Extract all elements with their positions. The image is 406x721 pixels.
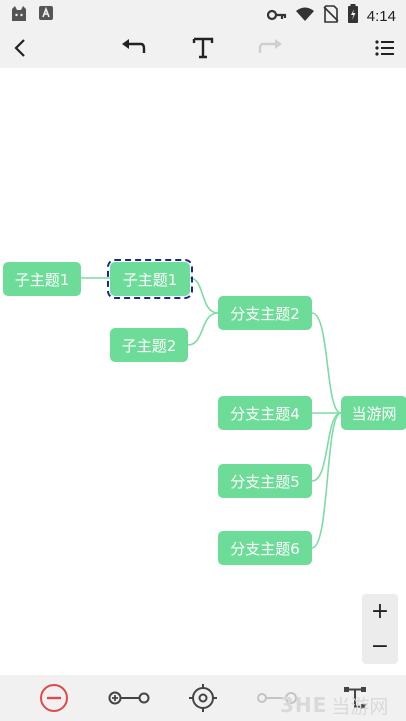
connect-icon xyxy=(108,691,150,705)
remove-node-icon xyxy=(40,684,68,712)
text-icon xyxy=(192,37,214,59)
connect-button[interactable] xyxy=(108,683,150,713)
watermark: 3HE 当游网 xyxy=(280,690,388,720)
cat-app-icon xyxy=(10,5,28,27)
node-subtopic-1-selected[interactable]: 子主题1 xyxy=(107,259,193,299)
status-bar: 4:14 xyxy=(0,0,406,28)
back-icon xyxy=(14,39,25,57)
mindmap-canvas[interactable]: 当游网 分支主题2 分支主题4 分支主题5 分支主题6 子主题1 子主题2 子主… xyxy=(0,68,406,675)
mindmap-links xyxy=(81,277,342,549)
watermark-logo: 3HE xyxy=(280,693,328,717)
outline-list-button[interactable] xyxy=(371,34,399,62)
link-branch2-sub1 xyxy=(189,277,219,314)
wifi-icon xyxy=(295,6,315,26)
battery-icon xyxy=(347,4,359,28)
node-subtopic-2[interactable]: 子主题2 xyxy=(110,328,188,362)
no-sim-icon xyxy=(323,5,339,27)
link-branch2-sub2 xyxy=(187,312,219,346)
zoom-controls: + − xyxy=(362,594,398,664)
top-toolbar xyxy=(0,28,406,68)
center-icon xyxy=(189,684,217,712)
watermark-text: 当游网 xyxy=(331,695,389,718)
link-root-branch6 xyxy=(311,412,342,549)
node-branch-4[interactable]: 分支主题4 xyxy=(218,396,312,430)
undo-icon xyxy=(122,39,146,53)
node-branch-2[interactable]: 分支主题2 xyxy=(218,296,312,330)
redo-button[interactable] xyxy=(257,34,285,62)
node-sub-subtopic-1[interactable]: 子主题1 xyxy=(3,262,81,296)
link-root-branch2 xyxy=(311,312,342,414)
text-button[interactable] xyxy=(189,34,217,62)
remove-node-button[interactable] xyxy=(37,683,71,713)
status-time: 4:14 xyxy=(366,7,396,25)
node-branch-6[interactable]: 分支主题6 xyxy=(218,531,312,565)
undo-button[interactable] xyxy=(119,34,147,62)
node-branch-5[interactable]: 分支主题5 xyxy=(218,464,312,498)
center-button[interactable] xyxy=(186,683,220,713)
redo-icon xyxy=(258,39,282,53)
link-root-branch5 xyxy=(311,412,342,482)
zoom-in-button[interactable]: + xyxy=(362,594,398,629)
vpn-key-icon xyxy=(266,7,287,26)
node-root[interactable]: 当游网 xyxy=(341,396,406,430)
text-app-icon xyxy=(38,5,54,27)
back-button[interactable] xyxy=(6,34,34,62)
list-icon xyxy=(375,40,394,56)
zoom-out-button[interactable]: − xyxy=(362,629,398,664)
